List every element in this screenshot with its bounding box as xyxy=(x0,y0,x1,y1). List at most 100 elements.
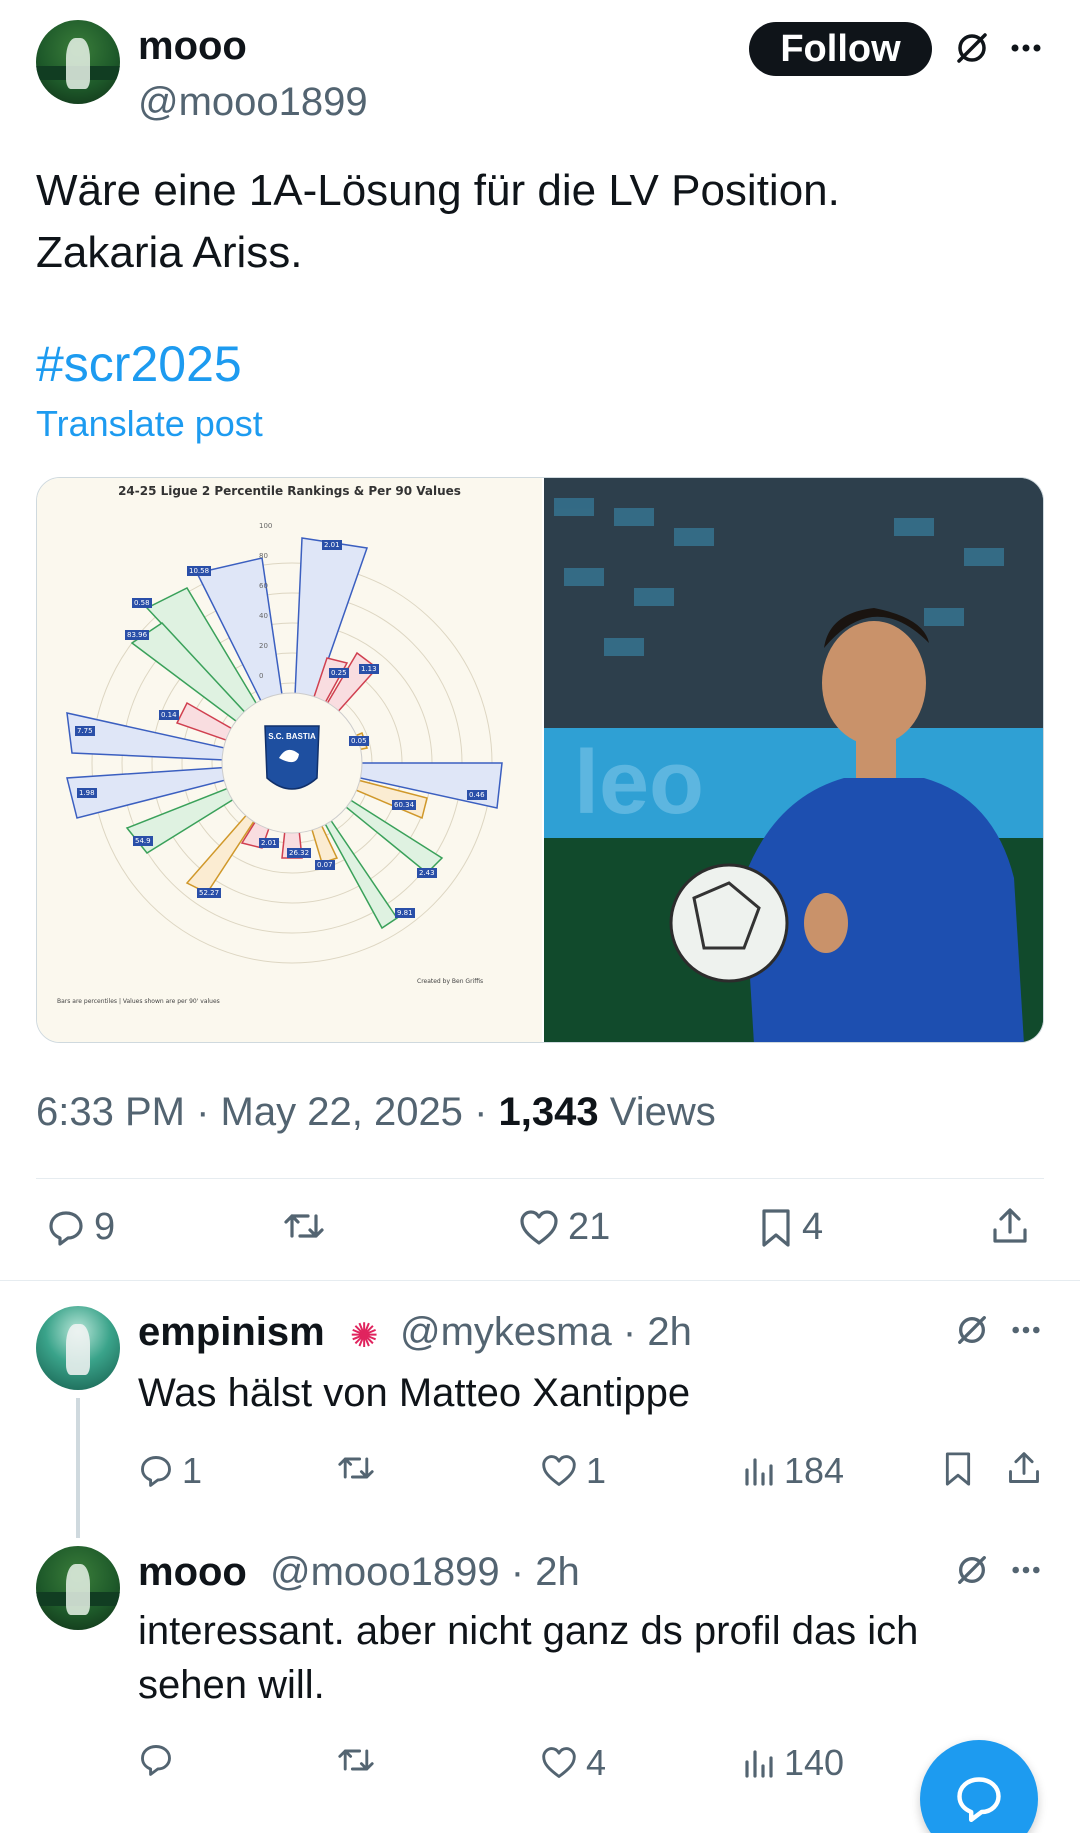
chart-value-label: 0.05 xyxy=(349,736,369,746)
reply-count: 1 xyxy=(182,1450,203,1491)
translate-post-link[interactable]: Translate post xyxy=(36,403,263,445)
chart-value-label: 0.46 xyxy=(467,790,487,800)
player-photo[interactable]: leo xyxy=(544,478,1043,1042)
bookmark-count: 4 xyxy=(802,1206,824,1248)
reply-button[interactable] xyxy=(138,1742,174,1778)
chart-value-label: 52.27 xyxy=(197,888,222,898)
chart-value-label: 1.13 xyxy=(359,664,379,674)
reply-author-meta[interactable]: @mooo1899 · 2h xyxy=(270,1550,580,1595)
chart-tick-label: 20 xyxy=(259,642,268,650)
reply-icon xyxy=(141,1745,171,1776)
reply-text: interessant. aber nicht ganz ds profil d… xyxy=(138,1604,1048,1712)
like-button[interactable]: 21 xyxy=(518,1206,610,1249)
reply-author-handle: @mooo1899 xyxy=(270,1550,500,1594)
post-text: Wäre eine 1A-Lösung für die LV Position.… xyxy=(36,160,1046,284)
bookmark-button[interactable]: 4 xyxy=(758,1206,823,1249)
reply-author-meta[interactable]: @mykesma · 2h xyxy=(400,1310,692,1355)
views-icon xyxy=(745,1750,773,1778)
more-icon[interactable] xyxy=(1004,1548,1048,1592)
chart-tick-label: 60 xyxy=(259,582,268,590)
author-handle[interactable]: @mooo1899 xyxy=(138,80,368,125)
grok-icon[interactable] xyxy=(950,1308,994,1352)
post-media[interactable]: 24-25 Ligue 2 Percentile Rankings & Per … xyxy=(36,477,1044,1043)
like-count: 1 xyxy=(586,1450,607,1491)
chart-tick-label: 40 xyxy=(259,612,268,620)
like-icon xyxy=(542,1455,576,1486)
grok-icon[interactable] xyxy=(950,26,994,70)
like-button[interactable]: 1 xyxy=(540,1450,606,1492)
reply-author-handle: @mykesma xyxy=(400,1310,612,1354)
retweet-button[interactable] xyxy=(336,1450,376,1486)
post-text-line: Wäre eine 1A-Lösung für die LV Position. xyxy=(36,166,840,215)
chart-value-label: 9.81 xyxy=(395,908,415,918)
compose-reply-button[interactable] xyxy=(920,1740,1038,1833)
bookmark-icon xyxy=(762,1208,790,1247)
chart-value-label: 0.14 xyxy=(159,710,179,720)
separator-dot: · xyxy=(196,1090,210,1134)
reply-button[interactable]: 1 xyxy=(138,1450,202,1492)
reply-author-name[interactable]: mooo xyxy=(138,1550,247,1595)
bookmark-button[interactable] xyxy=(942,1450,974,1488)
chart-tick-label: 0 xyxy=(259,672,264,680)
reply-count: 9 xyxy=(94,1206,116,1248)
share-button[interactable] xyxy=(990,1206,1030,1246)
post-time: 6:33 PM xyxy=(36,1090,185,1134)
retweet-button[interactable] xyxy=(336,1742,376,1778)
like-button[interactable]: 4 xyxy=(540,1742,606,1784)
retweet-button[interactable] xyxy=(282,1206,326,1246)
post-text-line: Zakaria Ariss. xyxy=(36,228,303,277)
retweet-icon xyxy=(338,1749,374,1771)
author-name[interactable]: mooo xyxy=(138,24,247,69)
separator-dot: · xyxy=(622,1310,637,1354)
views-button[interactable]: 140 xyxy=(742,1742,844,1784)
anger-emoji-icon: ✺ xyxy=(350,1317,379,1355)
retweet-icon xyxy=(284,1214,324,1238)
thread-connector xyxy=(76,1398,80,1538)
chart-value-label: 1.98 xyxy=(77,788,97,798)
like-count: 4 xyxy=(586,1742,607,1783)
separator-dot: · xyxy=(510,1550,525,1594)
club-badge-label: S.C. BASTIA xyxy=(268,732,316,741)
chart-tick-label: 100 xyxy=(259,522,273,530)
chart-tick-label: 80 xyxy=(259,552,268,560)
chart-value-label: 2.01 xyxy=(322,540,342,550)
separator-dot: · xyxy=(474,1090,488,1134)
more-icon[interactable] xyxy=(1004,26,1048,70)
compose-reply-icon xyxy=(957,1777,1001,1823)
svg-text:leo: leo xyxy=(574,733,704,833)
like-icon xyxy=(542,1747,576,1778)
share-button[interactable] xyxy=(1006,1450,1042,1486)
reply-icon xyxy=(49,1210,83,1246)
reply-age: 2h xyxy=(535,1550,580,1594)
reply-avatar[interactable] xyxy=(36,1546,120,1630)
reply-icon xyxy=(141,1456,171,1487)
grok-icon[interactable] xyxy=(950,1548,994,1592)
hashtag-link[interactable]: #scr2025 xyxy=(36,335,242,393)
chart-value-label: 0.25 xyxy=(329,668,349,678)
chart-note-right: Created by Ben Griffis xyxy=(417,978,484,985)
reply-author-name[interactable]: empinism xyxy=(138,1310,325,1355)
views-icon xyxy=(745,1458,773,1486)
more-icon[interactable] xyxy=(1004,1308,1048,1352)
divider xyxy=(36,1178,1044,1179)
reply-avatar[interactable] xyxy=(36,1306,120,1390)
chart-note-left: Bars are percentiles | Values shown are … xyxy=(57,998,220,1005)
follow-button[interactable]: Follow xyxy=(749,22,932,76)
like-icon xyxy=(520,1209,558,1245)
views-button[interactable]: 184 xyxy=(742,1450,844,1492)
retweet-icon xyxy=(338,1457,374,1479)
chart-value-label: 0.07 xyxy=(315,860,335,870)
chart-value-label: 2.43 xyxy=(417,868,437,878)
post-date: May 22, 2025 xyxy=(220,1090,463,1134)
reply-button[interactable]: 9 xyxy=(46,1206,115,1249)
chart-value-label: 83.96 xyxy=(125,630,150,640)
reply-text-line: interessant. aber nicht ganz ds profil d… xyxy=(138,1609,919,1653)
divider xyxy=(0,1280,1080,1281)
reply-text-line: sehen will. xyxy=(138,1663,325,1707)
reply-age: 2h xyxy=(647,1310,692,1354)
chart-value-label: 26.32 xyxy=(287,848,312,858)
post-timestamp[interactable]: 6:33 PM · May 22, 2025 · 1,343 Views xyxy=(36,1090,716,1135)
author-avatar[interactable] xyxy=(36,20,120,104)
percentile-chart-image[interactable]: 24-25 Ligue 2 Percentile Rankings & Per … xyxy=(37,478,542,1042)
bookmark-icon xyxy=(945,1452,971,1486)
